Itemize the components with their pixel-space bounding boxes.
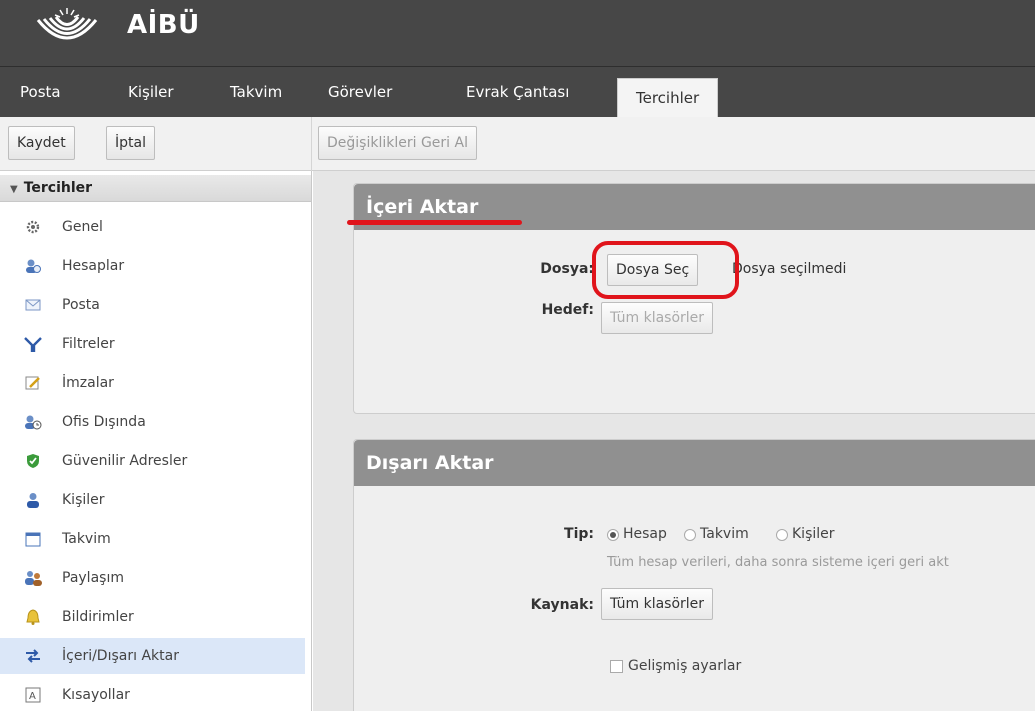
svg-text:A: A (29, 691, 36, 702)
sidebar-header-label: Tercihler (23, 180, 93, 196)
shortcut-icon: A (25, 687, 41, 703)
cancel-button[interactable]: İptal (106, 126, 155, 160)
tab-tercihler[interactable]: Tercihler (617, 78, 719, 118)
sidebar-item-guvenilir-adresler[interactable]: Güvenilir Adresler (0, 443, 305, 479)
sidebar-item-genel[interactable]: Genel (0, 209, 305, 245)
sidebar-item-kisiler[interactable]: Kişiler (0, 482, 305, 518)
sidebar-item-label: Kişiler (62, 492, 105, 508)
source-label: Kaynak: (530, 597, 594, 613)
sidebar-item-takvim[interactable]: Takvim (0, 521, 305, 557)
sidebar-item-label: Takvim (62, 531, 111, 547)
toolbar-divider (311, 117, 312, 171)
sidebar-item-hesaplar[interactable]: Hesaplar (0, 248, 305, 284)
sidebar-item-paylasim[interactable]: Paylaşım (0, 560, 305, 596)
type-description: Tüm hesap verileri, daha sonra sisteme i… (607, 555, 949, 570)
app-logo-text: AİBÜ (127, 10, 200, 40)
export-panel-title: Dışarı Aktar (354, 440, 1035, 486)
sidebar-item-kisayollar[interactable]: A Kısayollar (0, 677, 305, 711)
tab-gorevler[interactable]: Görevler (328, 67, 392, 117)
target-folders-button[interactable]: Tüm klasörler (601, 302, 714, 334)
sidebar-item-ofis-disinda[interactable]: Ofis Dışında (0, 404, 305, 440)
filter-icon (24, 337, 42, 352)
sidebar-item-label: Bildirimler (62, 609, 134, 625)
import-export-icon (26, 649, 40, 663)
annotation-circle (592, 241, 739, 299)
toolbar: Kaydet İptal Değişiklikleri Geri Al (0, 117, 1035, 171)
sidebar-item-bildirimler[interactable]: Bildirimler (0, 599, 305, 635)
tab-posta[interactable]: Posta (20, 67, 61, 117)
radio-hesap-label[interactable]: Hesap (623, 526, 667, 542)
save-button[interactable]: Kaydet (8, 126, 75, 160)
sidebar-item-iceri-disari-aktar[interactable]: İçeri/Dışarı Aktar (0, 638, 305, 674)
type-label: Tip: (564, 526, 594, 542)
radio-hesap[interactable] (607, 529, 619, 541)
contact-icon (27, 493, 39, 508)
sidebar-item-label: Filtreler (62, 336, 115, 352)
sidebar-item-label: İçeri/Dışarı Aktar (62, 648, 179, 664)
out-of-office-icon (25, 415, 42, 430)
sidebar-item-posta[interactable]: Posta (0, 287, 305, 323)
radio-kisiler[interactable] (776, 529, 788, 541)
bell-icon (26, 609, 40, 625)
sidebar-item-label: İmzalar (62, 375, 114, 391)
no-file-chosen-text: Dosya seçilmedi (732, 261, 847, 277)
sidebar-item-imzalar[interactable]: İmzalar (0, 365, 305, 401)
export-panel: Dışarı Aktar Tip: Hesap Takvim Kişiler T… (353, 439, 1035, 711)
annotation-underline (347, 220, 522, 225)
tab-evrak-cantasi[interactable]: Evrak Çantası (466, 67, 569, 117)
sharing-icon (25, 571, 42, 586)
signature-icon (25, 376, 40, 390)
source-folders-button[interactable]: Tüm klasörler (601, 588, 714, 620)
advanced-settings-checkbox[interactable] (610, 660, 623, 673)
file-label: Dosya: (540, 261, 594, 277)
sidebar-item-label: Güvenilir Adresler (62, 453, 188, 469)
collapse-triangle-icon: ▼ (10, 184, 18, 195)
revert-changes-button[interactable]: Değişiklikleri Geri Al (318, 126, 477, 160)
sidebar-item-label: Posta (62, 297, 100, 313)
tab-takvim[interactable]: Takvim (230, 67, 282, 117)
sidebar-item-label: Paylaşım (62, 570, 124, 586)
radio-kisiler-label[interactable]: Kişiler (792, 526, 835, 542)
calendar-icon (25, 532, 41, 547)
sidebar-item-label: Kısayollar (62, 687, 130, 703)
mail-icon (25, 299, 41, 311)
radio-takvim[interactable] (684, 529, 696, 541)
sidebar-item-label: Ofis Dışında (62, 414, 146, 430)
main-nav: Posta Kişiler Takvim Görevler Evrak Çant… (0, 66, 1035, 118)
accounts-icon (26, 259, 41, 273)
shield-icon (27, 454, 39, 468)
sidebar-header[interactable]: ▼ Tercihler (0, 175, 311, 202)
gear-icon (26, 220, 40, 234)
tab-kisiler[interactable]: Kişiler (128, 67, 174, 117)
radio-takvim-label[interactable]: Takvim (700, 526, 749, 542)
sidebar-item-filtreler[interactable]: Filtreler (0, 326, 305, 362)
logo-icon (36, 8, 98, 40)
app-header: AİBÜ (0, 0, 1035, 66)
sidebar-item-label: Genel (62, 219, 103, 235)
preferences-sidebar: ▼ Tercihler Genel Hesaplar Posta Filtrele… (0, 171, 312, 711)
sidebar-item-label: Hesaplar (62, 258, 125, 274)
target-label: Hedef: (541, 302, 594, 318)
advanced-settings-label[interactable]: Gelişmiş ayarlar (628, 658, 741, 674)
